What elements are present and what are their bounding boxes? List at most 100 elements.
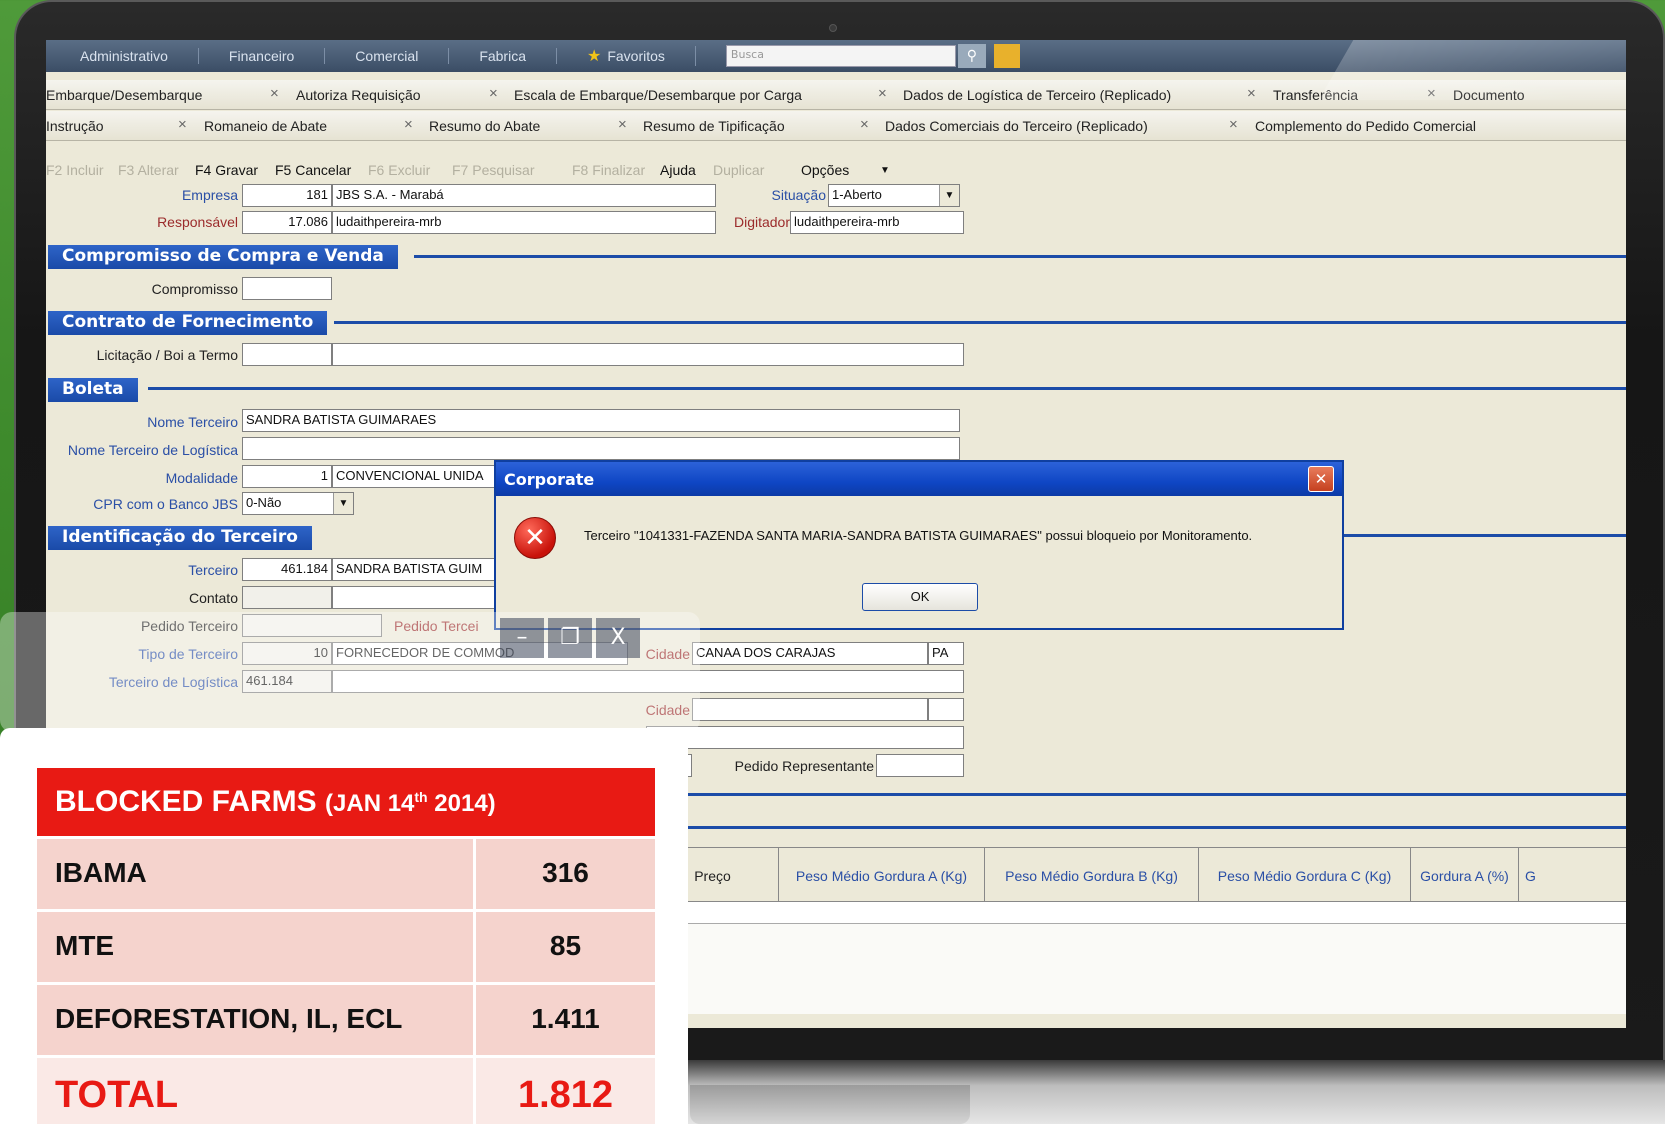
search-icon[interactable]: ⚲ — [957, 44, 986, 68]
empresa-name-field[interactable]: JBS S.A. - Marabá — [332, 184, 716, 207]
licitacao-name-field[interactable] — [332, 343, 964, 366]
f3-alterar-button[interactable]: F3 Alterar — [118, 162, 179, 178]
menu-favoritos[interactable]: ★ Favoritos — [557, 46, 696, 66]
nome-terceiro-field[interactable]: SANDRA BATISTA GUIMARAES — [242, 409, 960, 432]
options-button[interactable]: Opções — [801, 162, 849, 178]
responsavel-code-field[interactable]: 17.086 — [242, 211, 332, 234]
section-divider — [1336, 534, 1626, 537]
grid-col-gordura-b[interactable]: Peso Médio Gordura B (Kg) — [984, 848, 1198, 903]
cidade-field[interactable]: CANAA DOS CARAJAS — [692, 642, 928, 665]
section-boleta-header: Boleta — [48, 378, 138, 402]
grid-col-gordura-a[interactable]: Peso Médio Gordura A (Kg) — [778, 848, 984, 903]
tab-embarque[interactable]: Embarque/Desembarque — [46, 87, 202, 103]
chevron-down-icon[interactable]: ▼ — [333, 493, 353, 514]
duplicate-button[interactable]: Duplicar — [713, 162, 764, 178]
row-mte-value: 85 — [476, 912, 655, 982]
restore-icon[interactable]: ❐ — [548, 618, 592, 658]
digitador-field[interactable]: ludaithpereira-mrb — [790, 211, 964, 234]
close-icon[interactable]: × — [270, 85, 279, 102]
nome-terceiro-logistica-field[interactable] — [242, 437, 960, 460]
close-icon[interactable]: × — [860, 116, 869, 133]
f7-pesquisar-button[interactable]: F7 Pesquisar — [452, 162, 534, 178]
section-divider — [414, 255, 1626, 258]
responsavel-label: Responsável — [157, 214, 238, 230]
close-icon[interactable]: × — [489, 85, 498, 102]
chevron-down-icon[interactable]: ▼ — [880, 165, 890, 176]
situacao-select[interactable]: 1-Aberto ▼ — [828, 184, 960, 207]
close-icon[interactable]: × — [1229, 116, 1238, 133]
search-input[interactable]: Busca — [725, 45, 956, 67]
total-row: TOTAL 1.812 — [37, 1058, 655, 1124]
nome-terceiro-logistica-label: Nome Terceiro de Logística — [67, 442, 238, 458]
pedido-representante-field[interactable] — [876, 754, 964, 777]
tab-resumo-tipificacao[interactable]: Resumo de Tipificação — [643, 118, 785, 134]
menu-financeiro[interactable]: Financeiro — [199, 48, 326, 64]
f8-finalizar-button[interactable]: F8 Finalizar — [572, 162, 645, 178]
ok-button[interactable]: OK — [862, 583, 978, 611]
tab-instrucao[interactable]: Instrução — [46, 118, 104, 134]
close-icon[interactable]: × — [618, 116, 627, 133]
modalidade-code-field[interactable]: 1 — [242, 465, 332, 488]
tab-autoriza-requisicao[interactable]: Autoriza Requisição — [296, 87, 421, 103]
section-divider — [148, 387, 1626, 390]
tab-dados-logistica[interactable]: Dados de Logística de Terceiro (Replicad… — [903, 87, 1171, 103]
cpr-select[interactable]: 0-Não ▼ — [242, 492, 354, 515]
error-icon: ✕ — [514, 517, 556, 559]
digitador-label: Digitador — [733, 214, 790, 230]
row-ibama-label: IBAMA — [37, 839, 473, 909]
total-label: TOTAL — [37, 1058, 473, 1124]
tab-row-2: Instrução × Romaneio de Abate × Resumo d… — [46, 111, 1626, 141]
licitacao-code-field[interactable] — [242, 343, 332, 366]
row-deforestation-value: 1.411 — [476, 985, 655, 1055]
table-row[interactable] — [646, 902, 1626, 924]
terceiro-code-field[interactable]: 461.184 — [242, 558, 332, 581]
grid-col-gordura-a-pct[interactable]: Gordura A (%) — [1410, 848, 1518, 903]
f4-gravar-button[interactable]: F4 Gravar — [195, 162, 258, 178]
tab-escala-embarque[interactable]: Escala de Embarque/Desembarque por Carga — [514, 87, 802, 103]
minimize-icon[interactable]: – — [500, 618, 544, 658]
grid-col-gordura-c[interactable]: Peso Médio Gordura C (Kg) — [1198, 848, 1410, 903]
responsavel-name-field[interactable]: ludaithpereira-mrb — [332, 211, 716, 234]
empresa-code-field[interactable]: 181 — [242, 184, 332, 207]
lock-icon[interactable] — [993, 44, 1020, 68]
cpr-label: CPR com o Banco JBS — [93, 496, 238, 512]
chevron-down-icon[interactable]: ▼ — [939, 185, 959, 206]
grid-col-g[interactable]: G — [1518, 848, 1626, 903]
close-icon[interactable]: × — [404, 116, 413, 133]
contato-code-field[interactable] — [242, 586, 332, 609]
f2-incluir-button[interactable]: F2 Incluir — [46, 162, 104, 178]
section-compromisso-header: Compromisso de Compra e Venda — [48, 245, 398, 269]
tab-resumo-abate[interactable]: Resumo do Abate — [429, 118, 540, 134]
compromisso-field[interactable] — [242, 277, 332, 300]
laptop-notch — [690, 1085, 970, 1124]
close-icon[interactable]: ✕ — [1308, 466, 1334, 492]
blocked-farms-table: BLOCKED FARMS (JAN 14th 2014) IBAMA 316 … — [37, 768, 655, 1124]
grid-header: Preço Peso Médio Gordura A (Kg) Peso Méd… — [646, 847, 1626, 903]
uf2-field[interactable] — [928, 698, 964, 721]
menu-administrativo[interactable]: Administrativo — [50, 48, 199, 64]
help-button[interactable]: Ajuda — [660, 162, 696, 178]
tab-complemento-pedido[interactable]: Complemento do Pedido Comercial — [1255, 118, 1476, 134]
section-contrato-header: Contrato de Fornecimento — [48, 311, 328, 335]
section-divider — [334, 321, 1626, 324]
menu-fabrica[interactable]: Fabrica — [449, 48, 557, 64]
cidade2-field[interactable] — [692, 698, 928, 721]
tab-romaneio-abate[interactable]: Romaneio de Abate — [204, 118, 327, 134]
close-icon[interactable]: × — [178, 116, 187, 133]
close-icon[interactable]: × — [1247, 85, 1256, 102]
f5-cancelar-button[interactable]: F5 Cancelar — [275, 162, 351, 178]
section-divider — [646, 793, 1626, 796]
row-ibama-value: 316 — [476, 839, 655, 909]
star-icon: ★ — [587, 48, 602, 65]
close-icon[interactable]: × — [878, 85, 887, 102]
close-icon[interactable]: X — [596, 618, 640, 658]
f6-excluir-button[interactable]: F6 Excluir — [368, 162, 430, 178]
uf-field[interactable]: PA — [928, 642, 964, 665]
tab-dados-comerciais[interactable]: Dados Comerciais do Terceiro (Replicado) — [885, 118, 1148, 134]
total-value: 1.812 — [476, 1058, 655, 1124]
menu-comercial[interactable]: Comercial — [325, 48, 450, 64]
table-row: MTE 85 — [37, 912, 655, 982]
grid-body — [646, 924, 1626, 1014]
licitacao-label: Licitação / Boi a Termo — [96, 347, 238, 363]
situacao-label: Situação — [771, 187, 826, 203]
